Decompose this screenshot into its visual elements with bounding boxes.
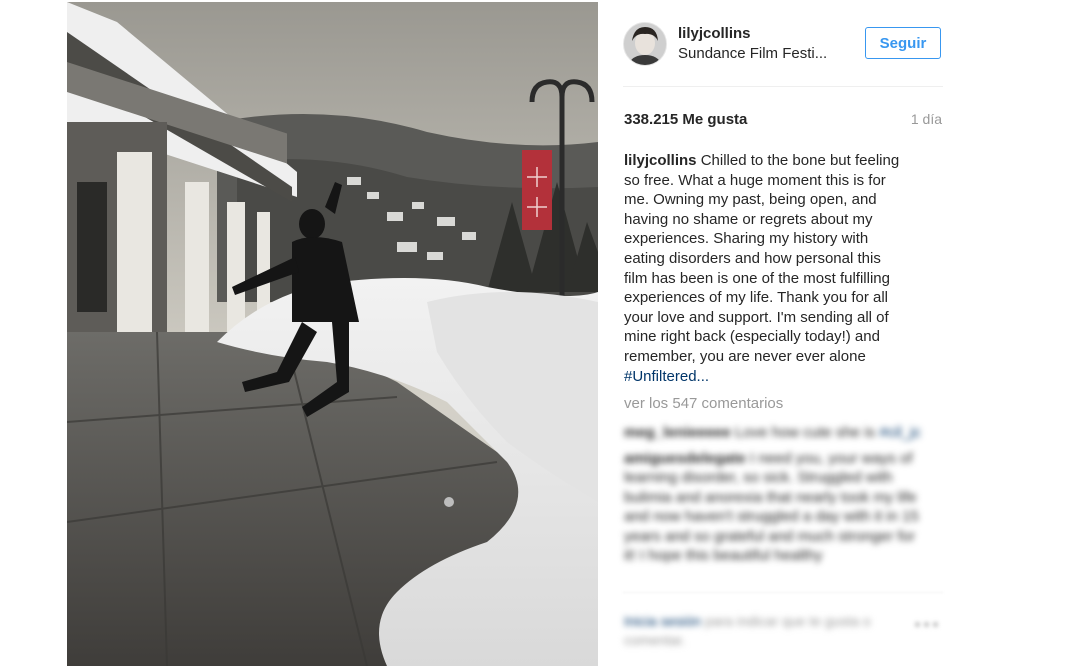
- comment-username[interactable]: amiguesdelegate: [624, 450, 746, 467]
- caption-line: eating disorders and how personal this: [624, 249, 881, 267]
- comments-list: meg_lenieeeee Love how cute she is #cil_…: [624, 423, 924, 572]
- more-options-icon[interactable]: [915, 622, 941, 630]
- caption-text: Chilled to the bone but feeling: [700, 152, 900, 169]
- post-caption: lilyjcollins Chilled to the bone but fee…: [624, 151, 924, 386]
- profile-photo-icon: [624, 23, 666, 65]
- post-photo[interactable]: [67, 2, 598, 666]
- comment-tag[interactable]: #cil_jc: [879, 424, 921, 441]
- caption-line: experiences of my life. Thank you for al…: [624, 289, 889, 307]
- author-username[interactable]: lilyjcollins: [678, 25, 751, 42]
- caption-line: mine right back (especially today!) and: [624, 328, 880, 346]
- avatar[interactable]: [623, 22, 667, 66]
- jumping-person-in-snow-photo: [67, 2, 598, 666]
- caption-username[interactable]: lilyjcollins: [624, 152, 697, 169]
- caption-hashtag[interactable]: #Unfiltered...: [624, 367, 924, 387]
- comment-item: meg_lenieeeee Love how cute she is #cil_…: [624, 423, 924, 443]
- likes-count[interactable]: 338.215 Me gusta: [624, 111, 747, 128]
- post-details-panel: lilyjcollins Sundance Film Festi... Segu…: [623, 0, 943, 666]
- post-timestamp[interactable]: 1 día: [911, 111, 942, 127]
- caption-line: having no shame or regrets about my: [624, 210, 873, 228]
- login-prompt: Inicia sesión para indicar que te gusta …: [624, 612, 924, 650]
- header-divider: [623, 86, 943, 87]
- view-all-comments-link[interactable]: ver los 547 comentarios: [624, 395, 783, 412]
- caption-line: your love and support. I'm sending all o…: [624, 308, 889, 326]
- comment-username[interactable]: meg_lenieeeee: [624, 424, 731, 441]
- login-link[interactable]: Inicia sesión: [624, 613, 701, 629]
- comment-item: amiguesdelegate I need you, your ways of…: [624, 449, 924, 566]
- comment-text: Love how cute she is: [734, 424, 876, 441]
- footer-divider: [623, 592, 943, 593]
- caption-line: remember, you are never ever alone: [624, 347, 866, 365]
- post-location[interactable]: Sundance Film Festi...: [678, 45, 827, 62]
- follow-button[interactable]: Seguir: [865, 27, 941, 59]
- caption-line: me. Owning my past, being open, and: [624, 191, 877, 209]
- caption-line: so free. What a huge moment this is for: [624, 171, 886, 189]
- caption-line: film has been is one of the most fulfill…: [624, 269, 890, 287]
- caption-line: experiences. Sharing my history with: [624, 230, 869, 248]
- caption-line: lilyjcollins Chilled to the bone but fee…: [624, 151, 924, 171]
- post-header: lilyjcollins Sundance Film Festi... Segu…: [623, 20, 943, 66]
